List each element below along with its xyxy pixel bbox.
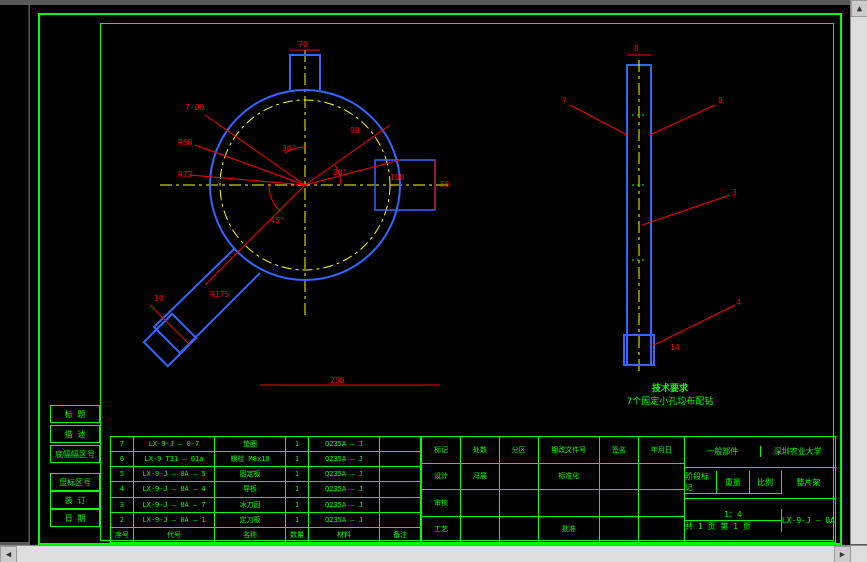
vertical-scrollbar[interactable]: ▲ xyxy=(850,0,867,544)
dim-d1: 70 xyxy=(298,40,308,49)
bom-row: 6LX-9 T31 – 01a螺栓 M8x101Q235A – J xyxy=(111,452,421,467)
side-b2: 8 xyxy=(718,96,723,105)
drawing-number: LX-9-J – 0A xyxy=(782,516,835,525)
sheet-info: 共 1 页 第 1 页 xyxy=(685,520,781,532)
dim-d8: 250 xyxy=(330,376,345,385)
scroll-up-icon[interactable]: ▲ xyxy=(851,0,867,17)
dim-hole: 7-Ø9 xyxy=(185,102,204,112)
bom-row: 5LX-9-J – 0A – 5固定板1Q235A – J xyxy=(111,467,421,482)
horizontal-scrollbar[interactable]: ◀ ▶ xyxy=(0,545,867,562)
dim-a3: 30° xyxy=(282,144,296,153)
stage-mark-hdr: 阶段标记 xyxy=(685,471,717,493)
title-block: 7LX-9-J – 0-7垫圈1Q235A – J 6LX-9 T31 – 01… xyxy=(110,436,836,543)
cad-viewport: 标 题 描 述 底幅幅区号 显标区号 装 订 日 期 技术要求 7个固定小孔均布… xyxy=(0,0,867,562)
stage-label: 一般部件 xyxy=(685,446,761,457)
scroll-right-icon[interactable]: ▶ xyxy=(834,546,851,562)
scroll-left-icon[interactable]: ◀ xyxy=(0,546,17,562)
bom-row: 7LX-9-J – 0-7垫圈1Q235A – J xyxy=(111,437,421,452)
scale-val: 1：4 xyxy=(724,509,742,520)
bom-row: 3LX-9-J – 0A – 7冰刀固1Q235A – J xyxy=(111,498,421,513)
approval-block: 标记 处数 分区 期改文件号 签名 年月日 设计 冯展 标准化 xyxy=(421,437,684,542)
dim-a1: 30° xyxy=(333,168,347,177)
drawing-svg: 7-Ø9 R60 R72 90 100 70 250 56 R175 10 30… xyxy=(30,5,850,435)
arm-plate xyxy=(144,314,196,366)
drawing-canvas[interactable]: 标 题 描 述 底幅幅区号 显标区号 装 订 日 期 技术要求 7个固定小孔均布… xyxy=(30,5,850,553)
bom-and-title: 7LX-9-J – 0-7垫圈1Q235A – J 6LX-9 T31 – 01… xyxy=(111,437,835,542)
left-ruler-strip xyxy=(0,5,29,542)
dim-d10: 56 xyxy=(440,180,450,189)
school-name: 深圳农业大学 xyxy=(761,446,836,457)
weight-hdr: 重量 xyxy=(717,471,749,493)
dim-d3: 100 xyxy=(390,173,405,182)
side-b5: 14 xyxy=(670,343,680,352)
bom-header: 序号代号名称数量材料备注 xyxy=(111,528,421,542)
identity-block: 一般部件 深圳农业大学 阶段标记 重量 比例 整片架 xyxy=(684,437,835,542)
bom-row: 4LX-9-J – 0A – 4导板1Q235A – J xyxy=(111,482,421,497)
side-b4: 4 xyxy=(736,298,741,307)
leftcol-markzone: 显标区号 xyxy=(50,473,100,491)
dim-d9: 10 xyxy=(154,294,164,303)
leftcol-zone: 底幅幅区号 xyxy=(50,445,100,463)
side-b1: 7 xyxy=(562,96,567,105)
side-view: 8 7 8 3 4 14 xyxy=(562,44,741,373)
side-top: 8 xyxy=(634,44,639,53)
dim-d2: 90 xyxy=(350,126,360,135)
bom-table: 7LX-9-J – 0-7垫圈1Q235A – J 6LX-9 T31 – 01… xyxy=(111,437,421,542)
dim-r175: R175 xyxy=(210,290,229,299)
leftcol-date: 日 期 xyxy=(50,509,100,527)
dim-a2: 45° xyxy=(270,216,284,225)
dim-r72: R72 xyxy=(178,170,193,179)
dim-r60: R60 xyxy=(178,138,193,147)
scale-hdr: 比例 xyxy=(750,471,781,493)
side-b3: 3 xyxy=(732,188,737,197)
angle-arc-2 xyxy=(269,185,280,211)
bom-row: 2LX-9-J – 0A – 1定刀板1Q235A – J xyxy=(111,513,421,528)
leftcol-binding: 装 订 xyxy=(50,491,100,509)
part-name: 整片架 xyxy=(782,477,835,488)
lower-arm xyxy=(154,249,260,353)
